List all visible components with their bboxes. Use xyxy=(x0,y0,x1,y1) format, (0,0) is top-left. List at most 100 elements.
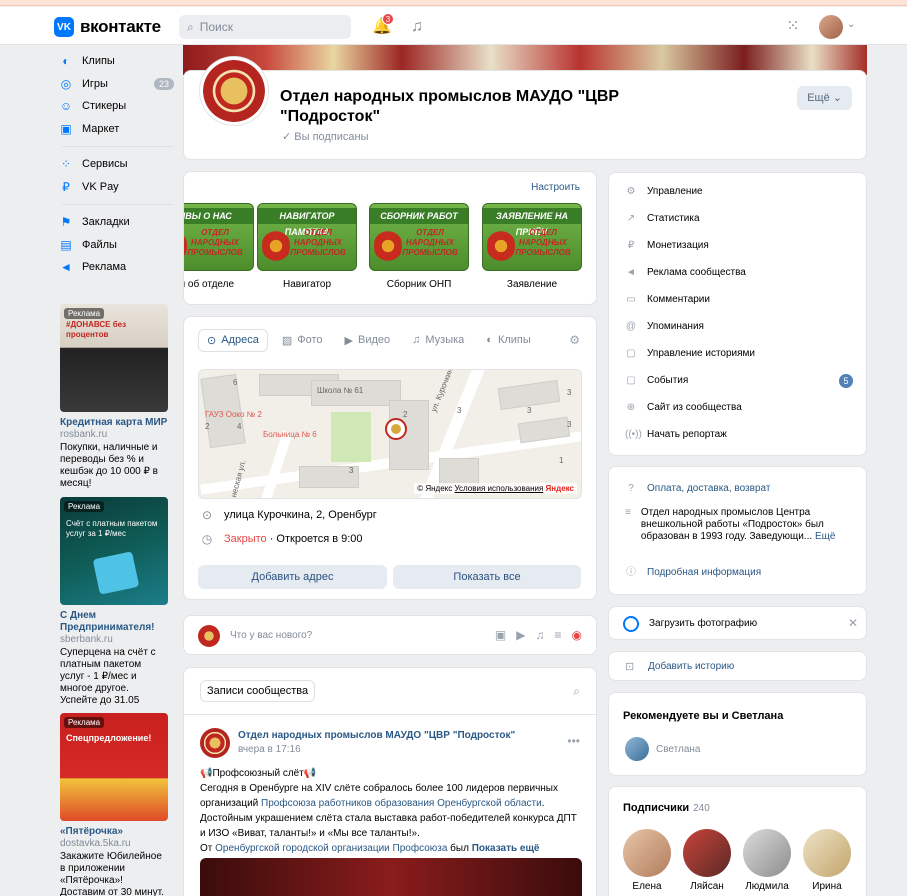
ad-block-pyaterochka[interactable]: Реклама Спецпредложение! «Пятёрочка» dos… xyxy=(60,713,168,896)
details-link[interactable]: Подробная информация xyxy=(647,567,761,579)
coin-icon: ₽ xyxy=(627,240,635,251)
payment-link[interactable]: Оплата, доставка, возврат xyxy=(647,483,770,495)
user-avatar[interactable] xyxy=(819,15,843,39)
vk-logo[interactable]: VK вконтакте xyxy=(54,17,161,37)
link-tile[interactable]: ЗАЯВЛЕНИЕ НА ПРИЁМ ОТДЕЛ НАРОДНЫХ ПРОМЫСЛ… xyxy=(482,203,582,271)
tile-label[interactable]: Сборник ОНП xyxy=(369,279,469,290)
events-badge: 5 xyxy=(839,373,853,388)
tile-label[interactable]: Заявление xyxy=(482,279,582,290)
tab-video[interactable]: ▶ Видео xyxy=(337,330,399,351)
text-format-icon[interactable]: ≡ xyxy=(555,628,562,642)
tab-music[interactable]: ♫ Музыка xyxy=(404,330,472,350)
sidebar-item-files[interactable]: ▤ Файлы xyxy=(58,234,174,257)
add-story-label[interactable]: Добавить историю xyxy=(648,661,734,672)
post-author-avatar[interactable] xyxy=(200,728,230,758)
sidebar-item-market[interactable]: ▣ Маркет xyxy=(58,118,174,141)
music-icon[interactable]: ♫ xyxy=(536,628,545,642)
group-logo xyxy=(203,60,265,122)
add-address-button[interactable]: Добавить адрес xyxy=(198,565,387,589)
sidebar-item-vkpay[interactable]: ₽ VK Pay xyxy=(58,176,174,199)
gear-icon[interactable]: ⚙ xyxy=(569,333,580,347)
menu-item-community-ads[interactable]: ◄ Реклама сообщества xyxy=(625,267,746,278)
market-icon: ▣ xyxy=(60,121,72,136)
menu-item-events[interactable]: ▢ События 5 xyxy=(625,373,853,388)
color-wheel-icon[interactable]: ◉ xyxy=(572,628,582,642)
menu-item-live[interactable]: ((•)) Начать репортаж xyxy=(625,429,727,440)
sidebar-item-games[interactable]: ◎ Игры 23 xyxy=(58,73,174,96)
configure-link[interactable]: Настроить xyxy=(531,182,580,193)
camera-icon[interactable]: ▣ xyxy=(495,628,506,642)
add-story-block[interactable]: ⊡ Добавить историю xyxy=(608,651,867,681)
link-tile[interactable]: ЫВЫ О НАС ОТДЕЛ НАРОДНЫХ ПРОМЫСЛОВ xyxy=(184,203,254,271)
bell-icon[interactable]: 🔔 3 xyxy=(372,13,394,37)
description-more-link[interactable]: Ещё xyxy=(815,531,835,542)
post-time[interactable]: вчера в 17:16 xyxy=(238,744,301,755)
tab-addresses[interactable]: ⊙ Адреса xyxy=(198,328,268,352)
subscriber[interactable]: Ляйсан xyxy=(682,829,732,892)
menu-item-site[interactable]: ⊕ Сайт из сообщества xyxy=(625,402,742,413)
video-icon[interactable]: ▶ xyxy=(516,628,525,642)
page-title: Отдел народных промыслов МАУДО "ЦВР "Под… xyxy=(280,88,620,125)
map-terms-link[interactable]: Условия использования xyxy=(455,484,544,493)
post-composer[interactable]: Что у вас нового? ▣ ▶ ♫ ≡ ◉ xyxy=(183,615,597,655)
upload-photo-label[interactable]: Загрузить фотографию xyxy=(649,618,757,629)
more-button[interactable]: Ещё ⌄ xyxy=(797,86,852,110)
info-details-row[interactable]: ⓘ Подробная информация xyxy=(625,567,761,579)
tab-clips[interactable]: ◐ Клипы xyxy=(478,330,539,350)
show-more-link[interactable]: Показать ещё xyxy=(472,843,540,854)
info-payment-row[interactable]: ? Оплата, доставка, возврат xyxy=(625,483,770,495)
location-pin-icon: ⊙ xyxy=(201,508,213,522)
sidebar-item-bookmarks[interactable]: ⚑ Закладки xyxy=(58,211,174,234)
composer-placeholder[interactable]: Что у вас нового? xyxy=(230,630,312,641)
tab-photo[interactable]: ▨ Фото xyxy=(274,330,331,351)
post-image[interactable] xyxy=(200,858,582,896)
sidebar-item-clips[interactable]: ◐ Клипы xyxy=(58,50,174,73)
show-all-button[interactable]: Показать все xyxy=(393,565,581,589)
apps-grid-icon[interactable]: ⁙ xyxy=(783,17,803,37)
group-avatar[interactable] xyxy=(200,57,268,125)
tile-label[interactable]: Навигатор xyxy=(257,279,357,290)
ad-block-rosbank[interactable]: Реклама #ДОНАВСЕ без процентов Кредитная… xyxy=(60,304,168,490)
music-icon[interactable]: ♫ xyxy=(407,17,427,37)
sidebar-item-services[interactable]: ⁘ Сервисы xyxy=(58,153,174,176)
menu-item-mentions[interactable]: @ Упоминания xyxy=(625,321,704,332)
subscriber[interactable]: Елена xyxy=(622,829,672,892)
post-author[interactable]: Отдел народных промыслов МАУДО "ЦВР "Под… xyxy=(238,730,515,741)
link-tile[interactable]: НАВИГАТОР ПАМЯТКА ОТДЕЛ НАРОДНЫХ ПРОМЫСЛО… xyxy=(257,203,357,271)
sidebar-item-stickers[interactable]: ☺ Стикеры xyxy=(58,95,174,118)
menu-item-stories[interactable]: ▢ Управление историями xyxy=(625,348,755,359)
search-icon[interactable]: ⌕ xyxy=(573,684,580,699)
subscribers-title[interactable]: Подписчики 240 xyxy=(623,802,710,814)
chevron-down-icon[interactable]: ⌄ xyxy=(847,19,855,30)
menu-item-manage[interactable]: ⚙ Управление xyxy=(625,186,703,197)
sidebar-item-ads[interactable]: ◄ Реклама xyxy=(58,256,174,279)
recommend-name[interactable]: Светлана xyxy=(656,744,701,755)
menu-item-monetization[interactable]: ₽ Монетизация xyxy=(625,240,709,251)
tile-label[interactable]: ы об отделе xyxy=(184,279,256,290)
post-link[interactable]: Профсоюза работников образования Оренбур… xyxy=(261,798,542,809)
close-icon[interactable]: ✕ xyxy=(848,616,858,630)
search-input[interactable]: ⌕ Поиск xyxy=(179,15,351,39)
link-tile[interactable]: СБОРНИК РАБОТ ОТДЕЛ НАРОДНЫХ ПРОМЫСЛОВ xyxy=(369,203,469,271)
more-dots-icon[interactable]: ••• xyxy=(567,734,580,748)
ad-block-sber[interactable]: Реклама Счёт с платным пакетом услуг за … xyxy=(60,497,168,707)
subscribed-status[interactable]: ✓ Вы подписаны xyxy=(282,130,369,143)
tab-community-posts[interactable]: Записи сообщества xyxy=(200,680,316,702)
avatar[interactable] xyxy=(625,737,649,761)
menu-item-comments[interactable]: ▭ Комментарии xyxy=(625,294,710,305)
ad-title[interactable]: С Днем Предпринимателя! xyxy=(60,610,168,634)
clock-icon: ◷ xyxy=(201,532,213,546)
map-label-gauz: ГАУЗ Ооко № 2 xyxy=(205,410,262,419)
map-marker[interactable] xyxy=(385,418,407,440)
address-text[interactable]: улица Курочкина, 2, Оренбург xyxy=(224,509,377,521)
ad-title[interactable]: Кредитная карта МИР xyxy=(60,417,168,429)
menu-item-stats[interactable]: ↗ Статистика xyxy=(625,213,700,224)
post-link[interactable]: Оренбургской городской организации Профс… xyxy=(215,843,447,854)
map[interactable]: Школа № 61 ГАУЗ Ооко № 2 Больница № 6 ул… xyxy=(198,369,582,499)
ad-title[interactable]: «Пятёрочка» xyxy=(60,826,168,838)
top-border xyxy=(0,0,907,6)
map-label-hospital: Больница № 6 xyxy=(263,430,317,439)
subscriber[interactable]: Людмила xyxy=(742,829,792,892)
upload-photo-block[interactable]: Загрузить фотографию ✕ xyxy=(608,606,867,640)
subscriber[interactable]: Ирина xyxy=(802,829,852,892)
